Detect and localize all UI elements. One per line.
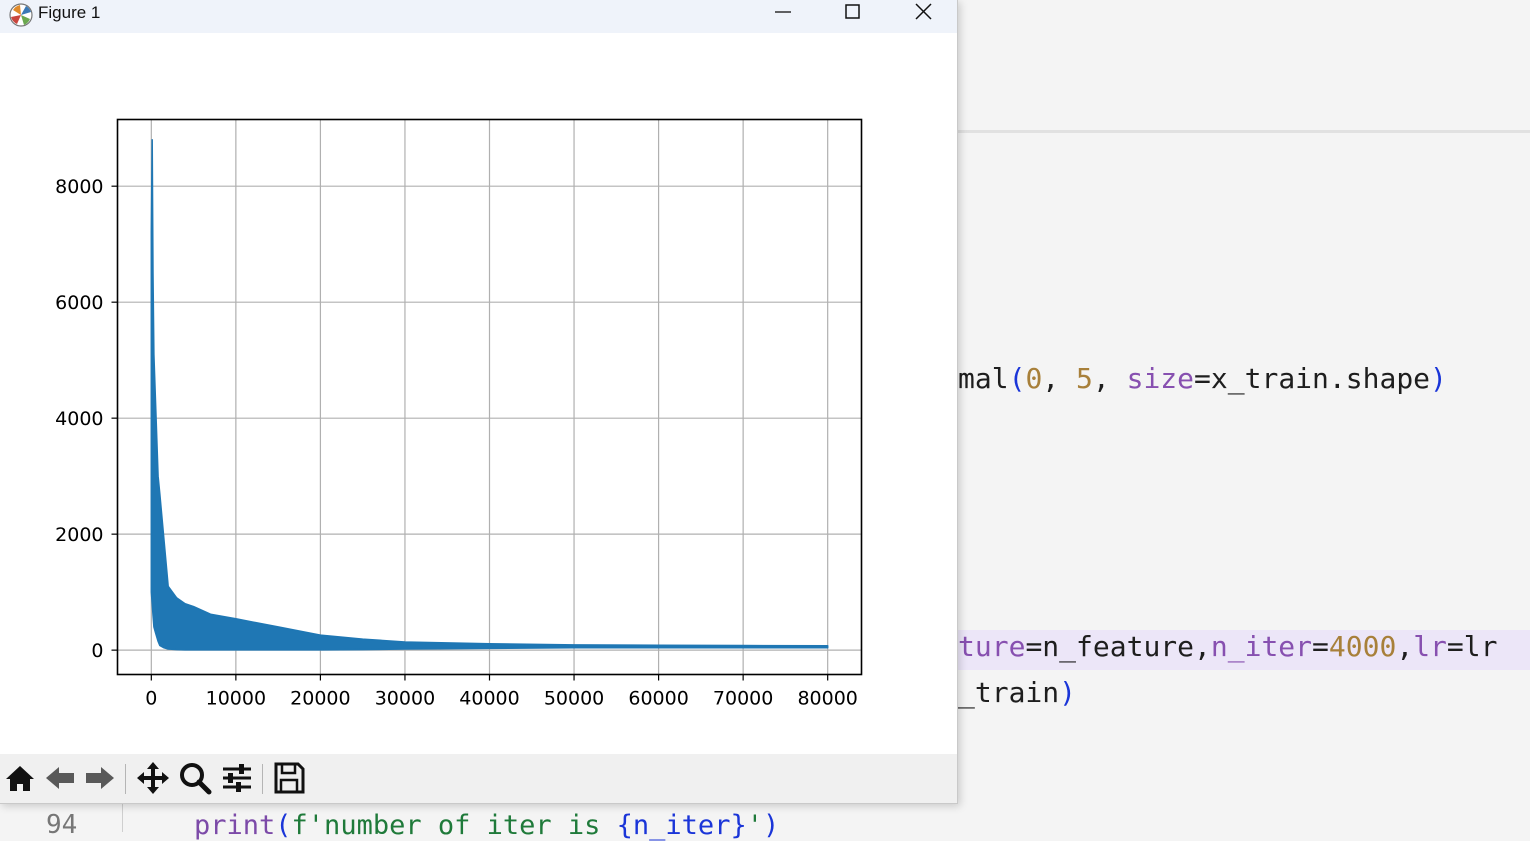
figure-window[interactable]: Figure 1 0 2000 4000 6000 8000 0 10000 20000 30… <box>0 0 958 804</box>
code-token: =x_train.shape <box>1194 362 1431 395</box>
zoom-button[interactable] <box>177 760 213 796</box>
code-token: ( <box>1008 362 1026 395</box>
navigation-toolbar <box>0 754 957 803</box>
code-token: 5 <box>1076 362 1093 395</box>
code-token: , <box>1042 362 1077 395</box>
y-tick-label: 4000 <box>55 408 103 430</box>
code-token: 0 <box>1025 362 1043 395</box>
code-token: ' <box>746 810 763 841</box>
editor-tab-area <box>958 0 1530 133</box>
floppy-disk-icon <box>274 762 305 794</box>
code-line-fit[interactable]: _train) <box>958 676 1076 709</box>
code-token: size <box>1126 362 1195 395</box>
code-token: print <box>194 810 276 841</box>
code-token: =lr <box>1446 630 1498 663</box>
window-title: Figure 1 <box>38 3 101 22</box>
x-tick-label: 80000 <box>797 688 857 710</box>
save-button[interactable] <box>271 760 307 796</box>
maximize-button[interactable] <box>818 0 888 26</box>
code-line-model[interactable]: ture=n_feature,n_iter=4000,lr=lr <box>958 630 1530 670</box>
y-tick-label: 8000 <box>55 176 103 198</box>
x-tick-label: 20000 <box>290 688 350 710</box>
code-token: _train <box>958 676 1060 709</box>
x-tick-label: 40000 <box>459 688 519 710</box>
move-arrows-icon <box>137 762 169 794</box>
home-button[interactable] <box>2 760 38 796</box>
code-token: ture <box>958 630 1026 663</box>
code-token: 4000 <box>1328 630 1397 663</box>
toolbar-separator <box>125 764 126 794</box>
code-token: lr <box>1413 630 1447 663</box>
back-button[interactable] <box>42 760 78 796</box>
grid <box>117 119 862 675</box>
x-tick-label: 70000 <box>713 688 773 710</box>
code-line-print-text: print(f'number of iter is {n_iter}') <box>194 810 779 841</box>
x-tick-label: 60000 <box>628 688 688 710</box>
configure-subplots-button[interactable] <box>219 760 255 796</box>
code-line-noise[interactable]: mal(0, 5, size=x_train.shape) <box>958 362 1447 395</box>
x-tick-label: 30000 <box>375 688 435 710</box>
y-tick-label: 2000 <box>55 524 103 546</box>
code-token: {n_iter} <box>616 810 747 841</box>
code-token: ) <box>1059 676 1077 709</box>
toolbar-separator <box>262 764 263 794</box>
code-token: , <box>1092 362 1127 395</box>
matplotlib-logo-icon <box>9 3 33 27</box>
x-axis: 0 10000 20000 30000 40000 50000 60000 70000 8000… <box>145 674 858 710</box>
code-token: , <box>1396 630 1414 663</box>
gutter-divider <box>122 804 123 832</box>
code-token: = <box>1312 630 1329 663</box>
y-tick-label: 0 <box>91 640 103 662</box>
sliders-icon <box>223 764 251 792</box>
code-token: ( <box>275 810 292 841</box>
code-token: mal <box>958 362 1009 395</box>
x-tick-label: 50000 <box>544 688 604 710</box>
title-bar[interactable]: Figure 1 <box>0 0 957 33</box>
arrow-left-icon <box>46 767 74 789</box>
home-icon <box>6 766 34 791</box>
code-token: n_iter <box>1210 630 1313 663</box>
minimize-icon <box>775 11 791 13</box>
magnifier-icon <box>180 763 212 795</box>
close-button[interactable] <box>888 0 957 26</box>
code-token: =n_feature, <box>1025 630 1211 663</box>
maximize-icon <box>845 4 860 19</box>
loss-chart[interactable]: 0 2000 4000 6000 8000 0 10000 20000 30000 40000 5… <box>0 33 957 754</box>
code-token: ) <box>762 810 780 841</box>
line-number: 94 <box>46 810 78 840</box>
code-token: f'number of iter is <box>291 810 617 841</box>
x-tick-label: 0 <box>145 688 157 710</box>
forward-button[interactable] <box>82 760 118 796</box>
arrow-right-icon <box>86 767 114 789</box>
pan-button[interactable] <box>135 760 171 796</box>
y-axis: 0 2000 4000 6000 8000 <box>55 176 118 662</box>
close-icon <box>915 3 932 20</box>
figure-canvas[interactable]: 0 2000 4000 6000 8000 0 10000 20000 30000 40000 5… <box>0 33 957 754</box>
x-tick-label: 10000 <box>206 688 266 710</box>
y-tick-label: 6000 <box>55 292 103 314</box>
code-token: ) <box>1430 362 1447 395</box>
minimize-button[interactable] <box>748 0 818 26</box>
